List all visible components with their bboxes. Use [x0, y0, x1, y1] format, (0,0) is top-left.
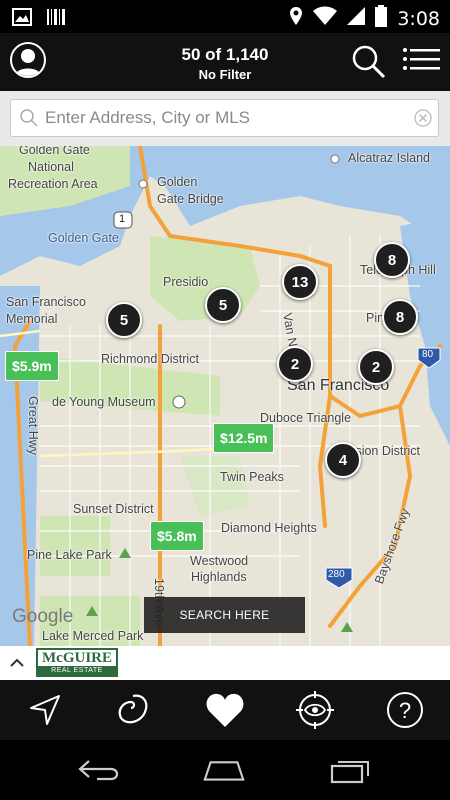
listing-cluster[interactable]: 13	[282, 264, 318, 300]
navigation-arrow-icon[interactable]	[25, 690, 65, 730]
map-label: de Young Museum	[52, 395, 156, 409]
listing-cluster[interactable]: 2	[277, 346, 313, 382]
favorites-heart-icon[interactable]	[205, 690, 245, 730]
map-label: Golden Gate	[48, 231, 119, 245]
app-header: 50 of 1,140 No Filter	[0, 33, 450, 91]
map-label: Golden Gate	[19, 146, 90, 157]
search-input[interactable]	[45, 100, 405, 136]
magnifier-icon	[19, 108, 39, 133]
brand-subtitle: REAL ESTATE	[38, 666, 116, 675]
map-label: Gate Bridge	[157, 192, 224, 206]
map-label: National	[28, 160, 74, 174]
brand-logo[interactable]: McGUIRE REAL ESTATE	[36, 648, 118, 677]
map-label: Lake Merced Park	[42, 629, 144, 643]
list-menu-icon[interactable]	[402, 45, 440, 75]
price-marker[interactable]: $5.9m	[5, 351, 59, 381]
view-target-icon[interactable]	[295, 690, 335, 730]
price-marker[interactable]: $12.5m	[213, 423, 275, 453]
recent-apps-icon[interactable]	[328, 754, 374, 786]
search-box	[10, 99, 439, 137]
map-label: Diamond Heights	[221, 521, 317, 535]
home-icon[interactable]	[201, 754, 247, 786]
price-marker[interactable]: $5.8m	[150, 521, 204, 551]
status-bar: 3:08	[0, 0, 450, 33]
clear-search-icon[interactable]	[414, 109, 432, 132]
map-label: Highlands	[191, 570, 247, 584]
listing-cluster[interactable]: 2	[358, 349, 394, 385]
search-here-button[interactable]: SEARCH HERE	[144, 597, 305, 633]
back-icon[interactable]	[77, 754, 123, 786]
map-label: Recreation Area	[8, 177, 98, 191]
map-label: Twin Peaks	[220, 470, 284, 484]
help-icon[interactable]: ?	[385, 690, 425, 730]
help-glyph: ?	[399, 698, 411, 723]
system-navigation-bar	[0, 740, 450, 800]
battery-icon	[375, 5, 388, 32]
wifi-icon	[313, 6, 338, 31]
google-logo: Google	[12, 606, 74, 627]
map-label: Memorial	[6, 312, 58, 326]
i280-shield-label: 280	[328, 569, 345, 580]
search-icon[interactable]	[350, 43, 386, 79]
location-icon	[289, 6, 303, 31]
map-label: San Francisco	[6, 295, 86, 309]
map-view[interactable]: 1 80 280 Golden Gate National Recreation…	[0, 146, 450, 646]
map-label: Westwood	[190, 554, 249, 568]
map-label: Great Hwy	[26, 396, 40, 456]
listing-cluster[interactable]: 8	[374, 242, 410, 278]
brand-name: McGUIRE	[42, 650, 112, 666]
search-strip	[0, 91, 450, 146]
map-label: Alcatraz Island	[348, 151, 430, 165]
listing-cluster[interactable]: 4	[325, 442, 361, 478]
clock: 3:08	[397, 7, 440, 30]
map-label: Pine Lake Park	[27, 548, 112, 562]
gallery-notification-icon	[12, 7, 32, 32]
i80-shield-label: 80	[422, 349, 434, 360]
map-label: Sunset District	[73, 502, 154, 516]
brand-strip: McGUIRE REAL ESTATE	[0, 646, 450, 680]
chevron-up-icon[interactable]	[8, 654, 26, 677]
map-label: Richmond District	[101, 352, 199, 366]
draw-lasso-icon[interactable]	[113, 690, 153, 730]
listing-cluster[interactable]: 5	[205, 287, 241, 323]
barcode-notification-icon	[46, 7, 66, 32]
bottom-toolbar: ?	[0, 680, 450, 740]
listing-cluster[interactable]: 5	[106, 302, 142, 338]
signal-icon	[347, 6, 366, 31]
map-label: Golden	[157, 175, 198, 189]
map-label: Presidio	[163, 275, 209, 289]
us101-shield-label: 1	[119, 213, 126, 225]
listing-cluster[interactable]: 8	[382, 299, 418, 335]
